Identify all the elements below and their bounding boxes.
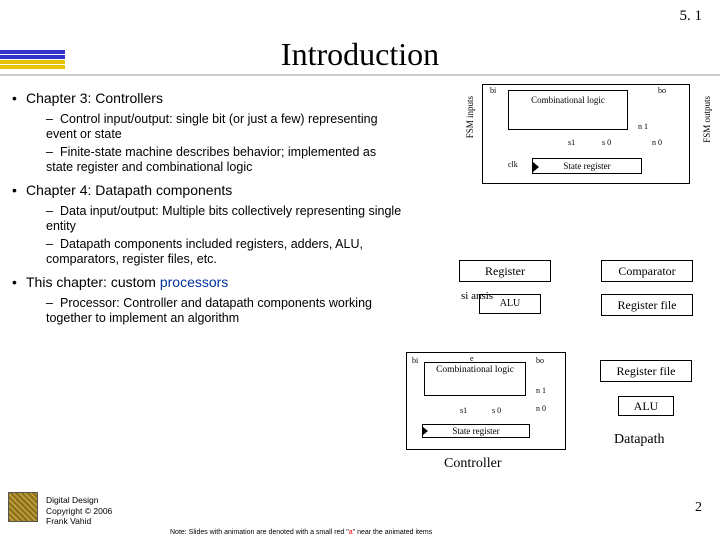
ctrl-s1: s1 [460, 406, 467, 415]
fsm-outputs-label: FSM outputs [702, 96, 712, 143]
fsm-bo: bo [658, 86, 666, 95]
fsm-inputs-label: FSM inputs [465, 96, 475, 138]
ctrl-n0: n 0 [536, 404, 546, 413]
footer-line2: Copyright © 2006 [46, 506, 112, 516]
bullet-ch4-label: Chapter 4: Datapath components [26, 182, 232, 198]
block-register: Register [459, 260, 551, 282]
title-bar: Introduction [0, 36, 720, 72]
bullet-ch5: •This chapter: custom processors [12, 274, 402, 292]
ctrl-bo: bo [536, 356, 544, 365]
datapath-alu: ALU [618, 396, 674, 416]
bullet-ch3-sub1: –Control input/output: single bit (or ju… [46, 112, 402, 143]
fsm-n1: n 1 [638, 122, 648, 131]
bullet-ch5-proc: processors [160, 274, 228, 290]
fsm-comb-logic: Combinational logic [508, 90, 628, 130]
footer-line1: Digital Design [46, 495, 112, 505]
fsm-s0: s 0 [602, 138, 611, 147]
animation-note: Note: Slides with animation are denoted … [170, 529, 432, 536]
bullet-ch5-pre: This chapter: custom [26, 274, 160, 290]
bullet-ch5-sub1: –Processor: Controller and datapath comp… [46, 296, 402, 327]
bullet-ch3-label: Chapter 3: Controllers [26, 90, 163, 106]
ctrl-bi: bi [412, 356, 418, 365]
controller-label: Controller [444, 456, 502, 472]
page-title: Introduction [0, 36, 720, 73]
footer-line3: Frank Vahid [46, 516, 112, 526]
fsm-n0: n 0 [652, 138, 662, 147]
page-number: 2 [695, 500, 702, 516]
block-alu: ALU [479, 294, 541, 314]
fsm-s1: s1 [568, 138, 575, 147]
bullet-ch3: •Chapter 3: Controllers [12, 90, 402, 108]
block-comparator: Comparator [601, 260, 693, 282]
fsm-clk: clk [508, 160, 518, 169]
footer-icon [8, 492, 38, 522]
bullet-ch3-sub2: –Finite-state machine describes behavior… [46, 145, 402, 176]
bullet-ch4-sub1: –Data input/output: Multiple bits collec… [46, 204, 402, 235]
datapath-label: Datapath [614, 432, 665, 448]
fsm-bi: bi [490, 86, 496, 95]
title-underline [0, 74, 720, 76]
bullet-ch4-sub2: –Datapath components included registers,… [46, 237, 402, 268]
ctrl-s0: s 0 [492, 406, 501, 415]
controller-datapath-diagram: Combinational logic State register bi bo… [406, 352, 706, 492]
slide-number: 5. 1 [680, 8, 703, 25]
content-area: •Chapter 3: Controllers –Control input/o… [12, 84, 402, 329]
fsm-state-register: State register [532, 158, 642, 174]
title-decor [0, 50, 65, 68]
datapath-register-file: Register file [600, 360, 692, 382]
bullet-ch4: •Chapter 4: Datapath components [12, 182, 402, 200]
mid-blocks: Register Comparator si ansis ALU Registe… [421, 260, 706, 336]
ctrl-n1: n 1 [536, 386, 546, 395]
block-register-file: Register file [601, 294, 693, 316]
ctrl-e: e [470, 354, 474, 363]
controller-state-register: State register [422, 424, 530, 438]
controller-comb-logic: Combinational logic [424, 362, 526, 396]
fsm-diagram: FSM inputs FSM outputs Combinational log… [452, 84, 712, 204]
footer-text: Digital Design Copyright © 2006 Frank Va… [46, 495, 112, 526]
